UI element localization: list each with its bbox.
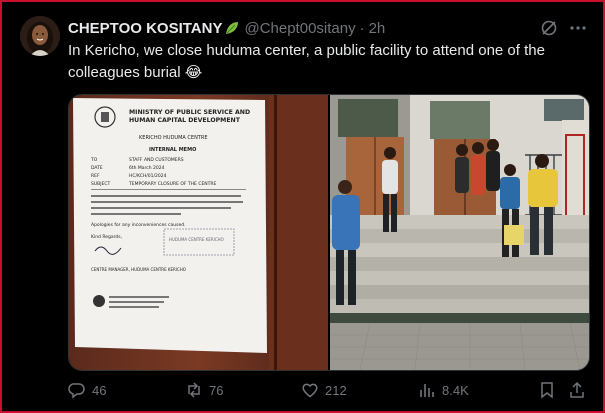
memo-stamp: HUDUMA CENTRE KERICHO — [169, 237, 224, 242]
svg-text:REF: REF — [91, 173, 100, 179]
bookmark-button[interactable] — [538, 381, 562, 399]
avatar[interactable] — [20, 16, 60, 56]
views-button[interactable]: 8.4K — [418, 381, 469, 399]
building-photo[interactable] — [330, 95, 589, 370]
memo-regards: Kind Regards, — [91, 234, 122, 240]
bookmark-icon — [541, 382, 553, 399]
memo-heading-line2: HUMAN CAPITAL DEVELOPMENT — [129, 117, 241, 124]
memo-date: 6th March 2024 — [129, 165, 165, 171]
author-handle[interactable]: @Chept00sitany — [244, 20, 355, 37]
like-button[interactable]: 212 — [301, 381, 347, 399]
share-icon — [570, 381, 584, 398]
grok-icon[interactable] — [540, 19, 558, 37]
tweet-time[interactable]: 2h — [369, 20, 386, 37]
reply-count: 46 — [92, 382, 107, 398]
like-count: 212 — [325, 382, 347, 398]
svg-text:SUBJECT: SUBJECT — [91, 181, 111, 187]
memo-to: STAFF AND CUSTOMERS — [129, 157, 184, 163]
memo-title: INTERNAL MEMO — [149, 147, 196, 153]
svg-text:TO: TO — [90, 157, 98, 163]
memo-photo[interactable]: MINISTRY OF PUBLIC SERVICE AND HUMAN CAP… — [69, 95, 328, 370]
repost-count: 76 — [209, 382, 224, 398]
memo-ref: HC/KCH/01/2024 — [129, 173, 167, 179]
svg-text:DATE: DATE — [91, 165, 103, 171]
tweet[interactable]: CHEPTOO KOSITANY @Chept00sitany · 2h In … — [2, 2, 603, 411]
memo-heading-line1: MINISTRY OF PUBLIC SERVICE AND — [129, 109, 250, 116]
tweet-text: In Kericho, we close huduma center, a pu… — [68, 42, 545, 81]
heart-icon — [302, 383, 318, 398]
tweet-media[interactable]: MINISTRY OF PUBLIC SERVICE AND HUMAN CAP… — [68, 94, 590, 371]
share-button[interactable] — [568, 381, 592, 399]
tweet-actions: 46 76 212 8.4K — [68, 380, 588, 400]
author-name[interactable]: CHEPTOO KOSITANY — [68, 20, 222, 37]
repost-button[interactable]: 76 — [185, 381, 223, 399]
separator-dot: · — [359, 19, 365, 37]
tweet-header: CHEPTOO KOSITANY @Chept00sitany · 2h — [68, 18, 385, 38]
more-options-icon[interactable] — [568, 18, 588, 38]
repost-icon — [188, 382, 200, 398]
reply-button[interactable]: 46 — [68, 381, 106, 399]
memo-signatory: CENTRE MANAGER, HUDUMA CENTRE KERICHO — [91, 267, 186, 272]
reply-icon — [68, 383, 85, 399]
memo-apology: Apologies for any inconveniences caused. — [91, 222, 186, 228]
views-chart-icon — [420, 384, 434, 397]
memo-subheading: KERICHO HUDUMA CENTRE — [139, 135, 208, 141]
views-count: 8.4K — [442, 382, 469, 398]
memo-subject: TEMPORARY CLOSURE OF THE CENTRE — [128, 181, 217, 187]
leaf-icon — [224, 20, 240, 36]
